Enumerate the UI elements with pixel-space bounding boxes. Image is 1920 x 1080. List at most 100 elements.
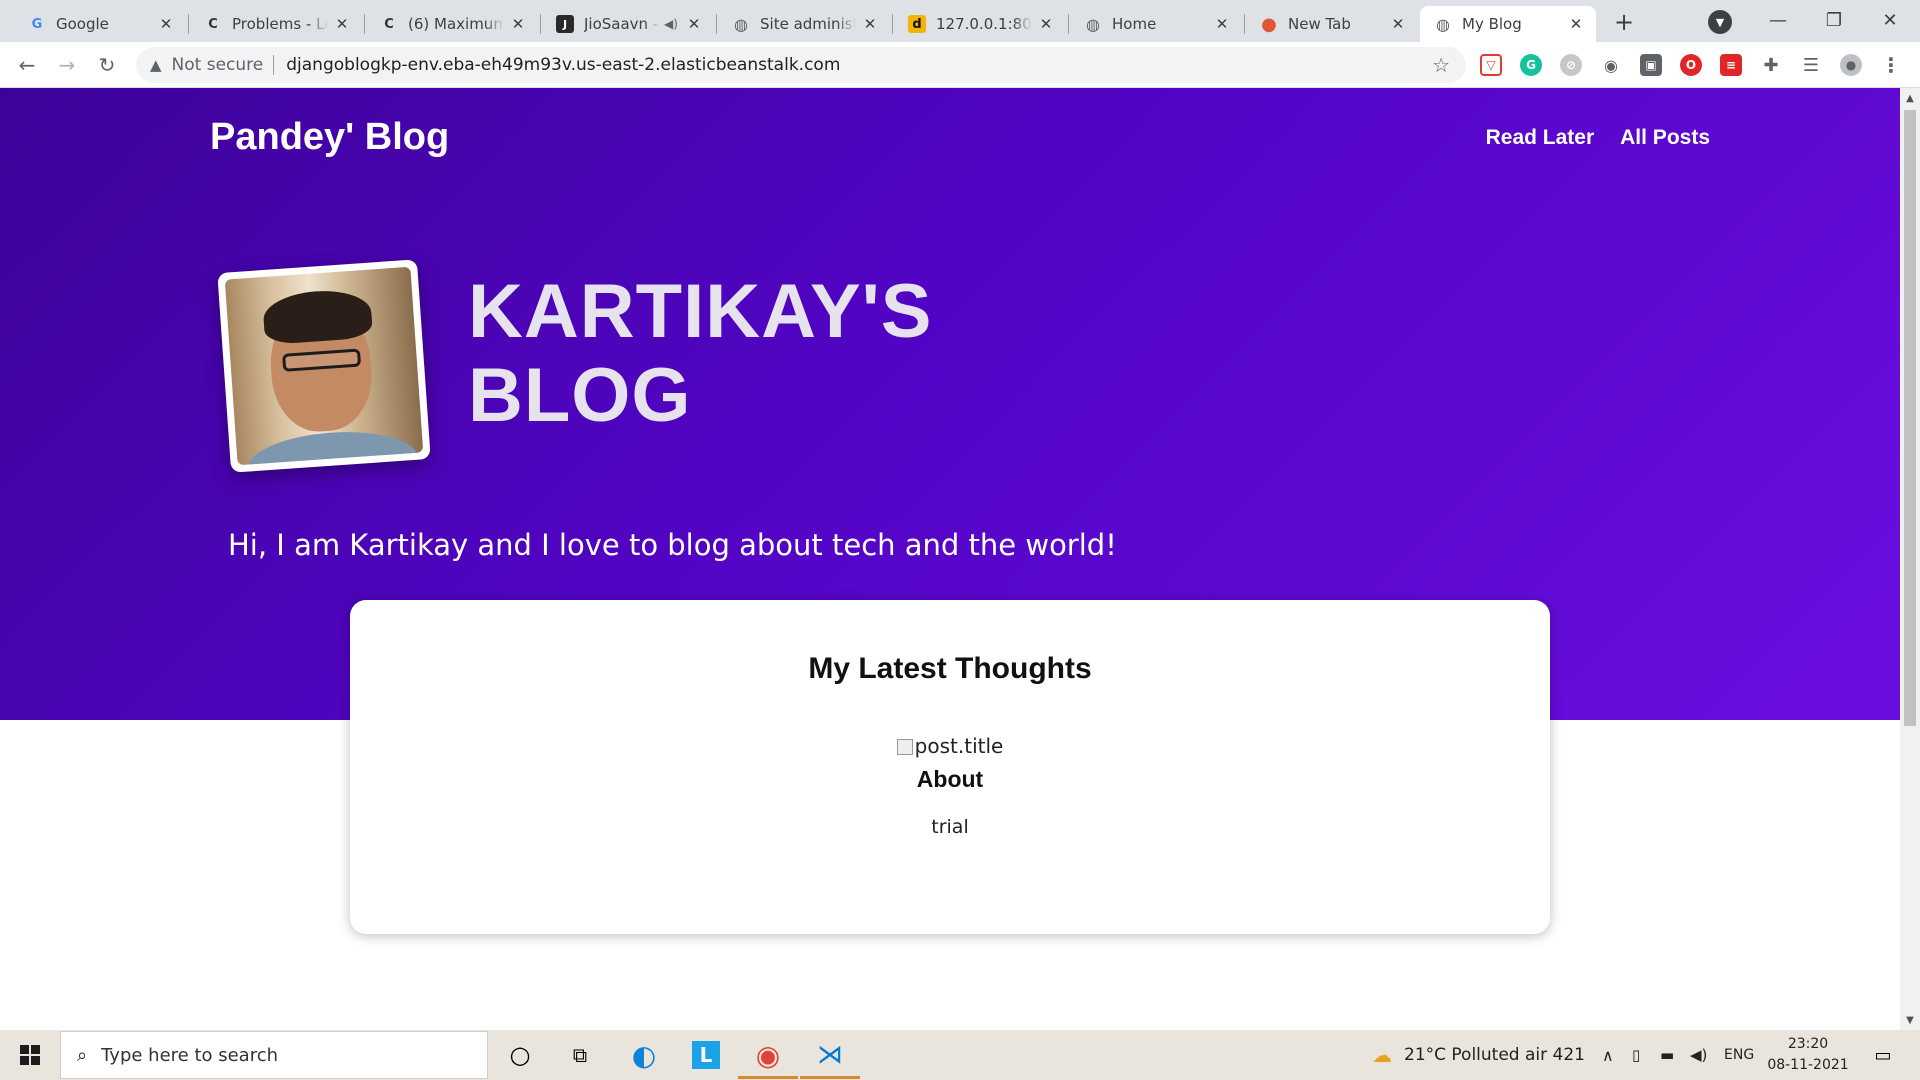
close-icon[interactable]: ✕	[686, 15, 702, 33]
hero-heading-line1: KARTIKAY'S	[468, 269, 933, 354]
tab-new-tab[interactable]: ● New Tab ✕	[1246, 6, 1418, 42]
tab-home[interactable]: ◍ Home ✕	[1070, 6, 1242, 42]
close-icon[interactable]: ✕	[158, 15, 174, 33]
back-icon[interactable]: ←	[12, 50, 42, 80]
blog-page: Pandey' Blog Read Later All Posts KARTIK…	[0, 88, 1900, 1030]
close-icon[interactable]: ✕	[334, 15, 350, 33]
broken-image-icon	[896, 739, 913, 755]
tab-title: 127.0.0.1:8000	[936, 15, 1032, 33]
tab-title: Home	[1112, 15, 1157, 33]
tray-overflow-icon[interactable]: ∧	[1602, 1030, 1614, 1080]
reload-icon[interactable]: ↻	[92, 50, 122, 80]
reading-list-icon[interactable]: ☰	[1800, 54, 1822, 76]
tab-google[interactable]: G Google ✕	[14, 6, 186, 42]
site-title[interactable]: Pandey' Blog	[210, 116, 449, 159]
notification-icon[interactable]: ▭	[1868, 1040, 1898, 1070]
bookmark-star-icon[interactable]: ☆	[1432, 53, 1450, 77]
scroll-down-arrow-icon[interactable]: ▼	[1900, 1010, 1920, 1030]
new-tab-button[interactable]: +	[1610, 8, 1638, 36]
tab-my-blog[interactable]: ◍ My Blog ✕	[1420, 6, 1596, 42]
minimize-button[interactable]: —	[1756, 4, 1800, 36]
windows-taskbar: ⌕ Type here to search ○ ⧉ ◐ L ◉ ⋊ ☁ 21°C…	[0, 1030, 1920, 1080]
close-icon[interactable]: ✕	[1214, 15, 1230, 33]
tab-title: JioSaavn -	[584, 15, 659, 33]
latest-posts-card: My Latest Thoughts post.title About tria…	[350, 600, 1550, 934]
puzzle-icon[interactable]: ✚	[1760, 54, 1782, 76]
cortana-icon[interactable]: ○	[500, 1035, 540, 1075]
battery-icon[interactable]: ▬	[1660, 1030, 1674, 1080]
post-excerpt: trial	[931, 816, 969, 838]
tab-search-icon[interactable]: ▼	[1708, 10, 1732, 34]
profile-avatar-icon[interactable]: ●	[1840, 54, 1862, 76]
vscode-icon[interactable]: ⋊	[810, 1035, 850, 1075]
tab-localhost[interactable]: d 127.0.0.1:8000 ✕	[894, 6, 1066, 42]
post-image[interactable]: post.title	[350, 734, 1550, 758]
screenshot-extension-icon[interactable]: ◉	[1600, 54, 1622, 76]
pocket-extension-icon[interactable]: ▽	[1480, 54, 1502, 76]
browser-tab-strip: G Google ✕ C Problems - LeetCode ✕ C (6)…	[0, 0, 1920, 42]
close-icon[interactable]: ✕	[1038, 15, 1054, 33]
chrome-icon[interactable]: ◉	[748, 1035, 788, 1075]
close-icon[interactable]: ✕	[1568, 15, 1584, 33]
edge-icon[interactable]: ◐	[624, 1035, 664, 1075]
extension-icon[interactable]: ▣	[1640, 54, 1662, 76]
weather-text: 21°C Polluted air 421	[1404, 1045, 1585, 1065]
device-icon[interactable]: ▯	[1632, 1030, 1640, 1080]
restore-button[interactable]: ❐	[1812, 4, 1856, 36]
globe-icon: ◍	[1086, 14, 1100, 34]
volume-icon[interactable]: ◀)	[1690, 1030, 1707, 1080]
security-label[interactable]: Not secure	[172, 55, 264, 75]
tab-leetcode-maximum[interactable]: C (6) Maximum Profit ✕	[366, 6, 538, 42]
vscode-active-indicator	[800, 1076, 860, 1079]
windows-logo-icon	[20, 1045, 40, 1065]
extension-icon[interactable]: ≡	[1720, 54, 1742, 76]
task-view-icon[interactable]: ⧉	[560, 1035, 600, 1075]
hero-heading: KARTIKAY'S BLOG	[468, 270, 932, 438]
tab-title: Google	[56, 15, 109, 33]
search-icon: ⌕	[77, 1044, 88, 1066]
jiosaavn-icon: J	[556, 15, 574, 33]
tab-separator	[892, 14, 893, 34]
adblock-extension-icon[interactable]: O	[1680, 54, 1702, 76]
close-icon[interactable]: ✕	[510, 15, 526, 33]
weather-icon: ☁	[1372, 1043, 1392, 1067]
separator	[273, 55, 275, 75]
extension-icon[interactable]: ⊘	[1560, 54, 1582, 76]
tab-site-administration[interactable]: ◍ Site administration ✕	[718, 6, 890, 42]
leetcode-icon: C	[208, 16, 218, 32]
tab-separator	[1068, 14, 1069, 34]
start-button[interactable]	[0, 1030, 60, 1080]
close-window-button[interactable]: ✕	[1868, 4, 1912, 36]
tab-leetcode-problems[interactable]: C Problems - LeetCode ✕	[190, 6, 362, 42]
browser-toolbar: ← → ↻ ▲ Not secure djangoblogkp-env.eba-…	[0, 42, 1920, 88]
weather-widget[interactable]: ☁ 21°C Polluted air 421	[1372, 1030, 1585, 1080]
post-image-alt: post.title	[914, 734, 1004, 758]
tab-separator	[188, 14, 189, 34]
scroll-up-arrow-icon[interactable]: ▲	[1900, 88, 1920, 108]
tab-separator	[540, 14, 541, 34]
system-clock[interactable]: 23:20 08-11-2021	[1766, 1034, 1850, 1076]
taskbar-search-input[interactable]: ⌕ Type here to search	[60, 1031, 488, 1079]
globe-icon: ◍	[734, 14, 748, 34]
scroll-thumb[interactable]	[1904, 110, 1916, 726]
grammarly-extension-icon[interactable]: G	[1520, 54, 1542, 76]
menu-kebab-icon[interactable]: ⋮	[1880, 53, 1902, 77]
nav-read-later[interactable]: Read Later	[1486, 126, 1595, 150]
forward-icon[interactable]: →	[52, 50, 82, 80]
app-l-icon[interactable]: L	[686, 1035, 726, 1075]
speaker-icon[interactable]: ◀)	[664, 17, 680, 31]
nav-all-posts[interactable]: All Posts	[1620, 126, 1710, 150]
close-icon[interactable]: ✕	[862, 15, 878, 33]
tab-separator	[364, 14, 365, 34]
tab-jiosaavn[interactable]: J JioSaavn - ◀) ✕	[542, 6, 714, 42]
close-icon[interactable]: ✕	[1390, 15, 1406, 33]
warning-icon[interactable]: ▲	[150, 56, 162, 74]
leetcode-icon: C	[384, 16, 394, 32]
post-title[interactable]: About	[350, 766, 1550, 793]
url-text[interactable]: djangoblogkp-env.eba-eh49m93v.us-east-2.…	[286, 55, 840, 75]
language-indicator[interactable]: ENG	[1724, 1030, 1754, 1080]
address-bar[interactable]: ▲ Not secure djangoblogkp-env.eba-eh49m9…	[136, 47, 1466, 83]
page-scrollbar[interactable]: ▲ ▼	[1900, 88, 1920, 1030]
hero-heading-line2: BLOG	[468, 353, 692, 438]
d-icon: d	[908, 15, 926, 33]
